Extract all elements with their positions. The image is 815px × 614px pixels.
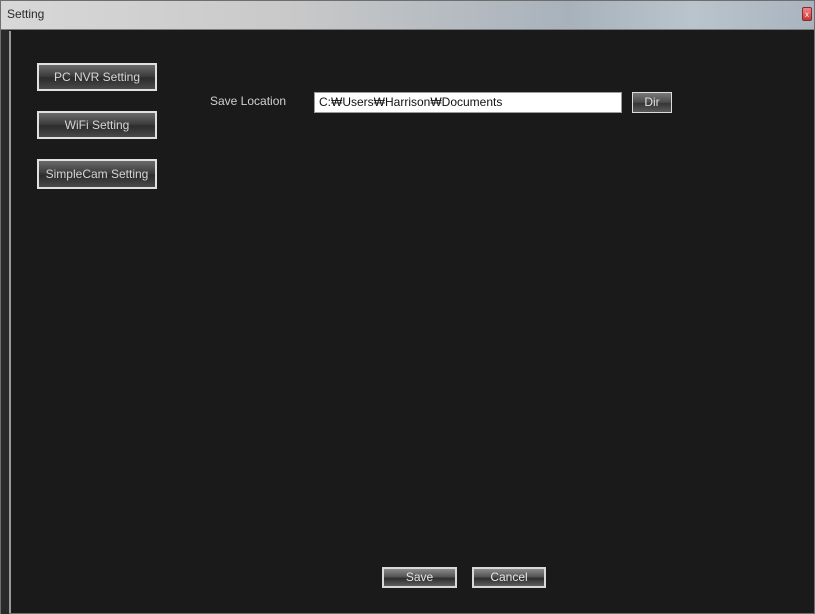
simplecam-setting-button[interactable]: SimpleCam Setting: [37, 159, 157, 189]
close-icon[interactable]: x: [802, 7, 812, 21]
left-gutter: [1, 30, 9, 614]
wifi-setting-button[interactable]: WiFi Setting: [37, 111, 157, 139]
save-location-label: Save Location: [210, 94, 287, 108]
window-title: Setting: [7, 7, 45, 21]
pc-nvr-setting-button[interactable]: PC NVR Setting: [37, 63, 157, 91]
cancel-button[interactable]: Cancel: [472, 567, 546, 588]
dir-button[interactable]: Dir: [632, 92, 672, 113]
save-button[interactable]: Save: [382, 567, 457, 588]
settings-window: Setting x PC NVR Setting WiFi Setting Si…: [0, 0, 815, 614]
title-bar[interactable]: Setting x: [1, 1, 814, 30]
frame-divider: [9, 31, 11, 613]
save-location-input[interactable]: C:₩Users₩Harrison₩Documents: [314, 92, 622, 113]
